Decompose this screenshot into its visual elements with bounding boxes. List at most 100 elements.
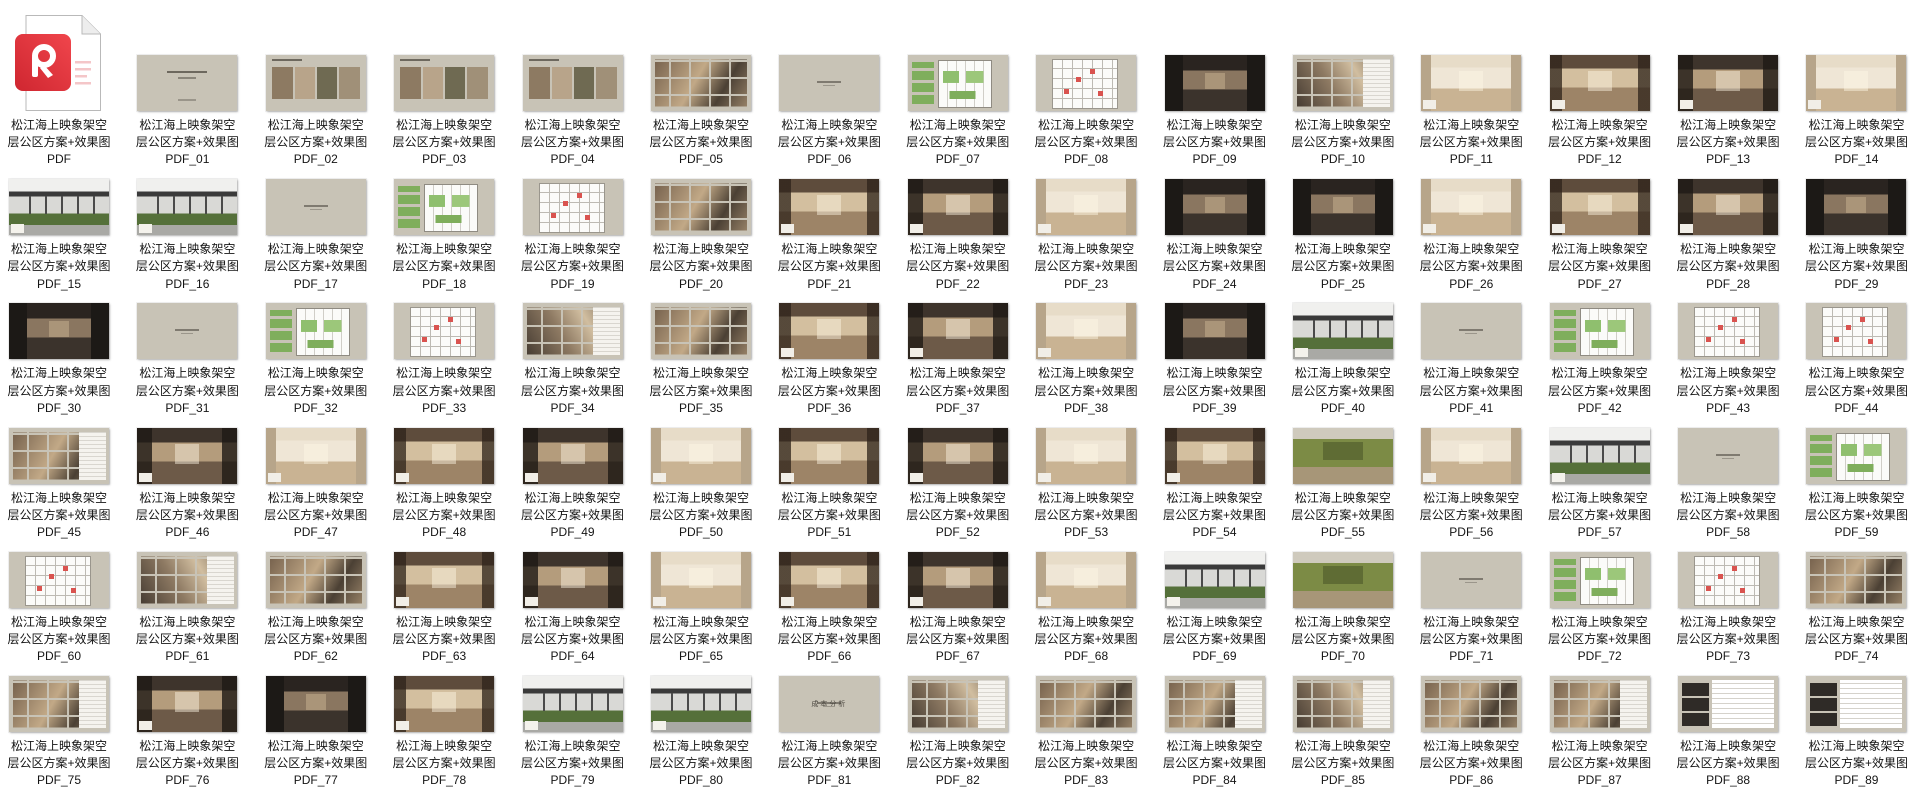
file-item[interactable]: 松江海上映象架空 层公区方案+效果图 PDF_30 bbox=[0, 302, 118, 416]
file-item[interactable]: 松江海上映象架空 层公区方案+效果图 PDF_50 bbox=[642, 427, 760, 541]
file-item[interactable]: 松江海上映象架空 层公区方案+效果图 PDF_28 bbox=[1669, 178, 1787, 292]
file-item[interactable]: 松江海上映象架空 层公区方案+效果图 PDF_06 bbox=[770, 54, 888, 168]
file-name-label: 松江海上映象架空 层公区方案+效果图 PDF_85 bbox=[1284, 738, 1402, 790]
file-item[interactable]: 松江海上映象架空 层公区方案+效果图 PDF_47 bbox=[257, 427, 375, 541]
file-item[interactable]: 松江海上映象架空 层公区方案+效果图 PDF_43 bbox=[1669, 302, 1787, 416]
file-item[interactable]: 松江海上映象架空 层公区方案+效果图 PDF_68 bbox=[1027, 551, 1145, 665]
file-item[interactable]: 松江海上映象架空 层公区方案+效果图 PDF_49 bbox=[514, 427, 632, 541]
file-item[interactable]: 松江海上映象架空 层公区方案+效果图 PDF_35 bbox=[642, 302, 760, 416]
file-item[interactable]: 松江海上映象架空 层公区方案+效果图 PDF_04 bbox=[514, 54, 632, 168]
file-item[interactable]: 松江海上映象架空 层公区方案+效果图 PDF_72 bbox=[1541, 551, 1659, 665]
file-item[interactable]: 松江海上映象架空 层公区方案+效果图 PDF_01 bbox=[128, 54, 246, 168]
file-item[interactable]: 松江海上映象架空 层公区方案+效果图 PDF_34 bbox=[514, 302, 632, 416]
file-item[interactable]: 松江海上映象架空 层公区方案+效果图 PDF_60 bbox=[0, 551, 118, 665]
file-item[interactable]: 松江海上映象架空 层公区方案+效果图 PDF_84 bbox=[1156, 675, 1274, 789]
file-item[interactable]: 松江海上映象架空 层公区方案+效果图 PDF_59 bbox=[1797, 427, 1915, 541]
file-item[interactable]: 松江海上映象架空 层公区方案+效果图 PDF_07 bbox=[899, 54, 1017, 168]
file-icon-area bbox=[770, 551, 888, 608]
file-item[interactable]: 松江海上映象架空 层公区方案+效果图 PDF_61 bbox=[128, 551, 246, 665]
file-item[interactable]: 松江海上映象架空 层公区方案+效果图 PDF_74 bbox=[1797, 551, 1915, 665]
file-item[interactable]: 松江海上映象架空 层公区方案+效果图 PDF_65 bbox=[642, 551, 760, 665]
file-item[interactable]: 松江海上映象架空 层公区方案+效果图 PDF_55 bbox=[1284, 427, 1402, 541]
file-item[interactable]: 松江海上映象架空 层公区方案+效果图 PDF_62 bbox=[257, 551, 375, 665]
file-item[interactable]: 松江海上映象架空 层公区方案+效果图 PDF_24 bbox=[1156, 178, 1274, 292]
file-name-line: 层公区方案+效果图 bbox=[777, 259, 881, 274]
file-item[interactable]: 松江海上映象架空 层公区方案+效果图 PDF_22 bbox=[899, 178, 1017, 292]
file-item[interactable]: 松江海上映象架空 层公区方案+效果图 PDF_77 bbox=[257, 675, 375, 789]
pdf-page-thumbnail bbox=[650, 427, 751, 484]
file-item[interactable]: 松江海上映象架空 层公区方案+效果图 PDF_36 bbox=[770, 302, 888, 416]
file-item[interactable]: 松江海上映象架空 层公区方案+效果图 PDF_51 bbox=[770, 427, 888, 541]
file-item[interactable]: 松江海上映象架空 层公区方案+效果图 PDF_64 bbox=[514, 551, 632, 665]
file-item[interactable]: 松江海上映象架空 层公区方案+效果图 PDF_75 bbox=[0, 675, 118, 789]
file-item[interactable]: 松江海上映象架空 层公区方案+效果图 PDF_33 bbox=[385, 302, 503, 416]
file-item[interactable]: 松江海上映象架空 层公区方案+效果图 PDF_78 bbox=[385, 675, 503, 789]
file-item[interactable]: 松江海上映象架空 层公区方案+效果图 PDF_27 bbox=[1541, 178, 1659, 292]
file-item[interactable]: 松江海上映象架空 层公区方案+效果图 PDF_42 bbox=[1541, 302, 1659, 416]
file-item[interactable]: 松江海上映象架空 层公区方案+效果图 PDF_54 bbox=[1156, 427, 1274, 541]
file-item[interactable]: 松江海上映象架空 层公区方案+效果图 PDF_14 bbox=[1797, 54, 1915, 168]
file-item[interactable]: 松江海上映象架空 层公区方案+效果图 PDF_29 bbox=[1797, 178, 1915, 292]
file-item[interactable]: 松江海上映象架空 层公区方案+效果图 PDF_12 bbox=[1541, 54, 1659, 168]
file-item[interactable]: 松江海上映象架空 层公区方案+效果图 PDF_32 bbox=[257, 302, 375, 416]
file-item[interactable]: 松江海上映象架空 层公区方案+效果图 PDF_89 bbox=[1797, 675, 1915, 789]
file-item[interactable]: 松江海上映象架空 层公区方案+效果图 PDF_26 bbox=[1412, 178, 1530, 292]
file-name-label: 松江海上映象架空 层公区方案+效果图 PDF_07 bbox=[899, 117, 1017, 169]
file-item[interactable]: 松江海上映象架空 层公区方案+效果图 PDF_48 bbox=[385, 427, 503, 541]
file-item[interactable]: 松江海上映象架空 层公区方案+效果图 PDF_53 bbox=[1027, 427, 1145, 541]
file-item[interactable]: 松江海上映象架空 层公区方案+效果图 PDF_66 bbox=[770, 551, 888, 665]
file-item[interactable]: 松江海上映象架空 层公区方案+效果图 PDF_05 bbox=[642, 54, 760, 168]
file-item[interactable]: 松江海上映象架空 层公区方案+效果图 PDF_80 bbox=[642, 675, 760, 789]
file-item[interactable]: 松江海上映象架空 层公区方案+效果图 PDF_38 bbox=[1027, 302, 1145, 416]
file-item[interactable]: 松江海上映象架空 层公区方案+效果图 PDF_69 bbox=[1156, 551, 1274, 665]
file-item[interactable]: 成本分析 松江海上映象架空 层公区方案+效果图 PDF_81 bbox=[770, 675, 888, 789]
file-item[interactable]: 松江海上映象架空 层公区方案+效果图 PDF_70 bbox=[1284, 551, 1402, 665]
file-item[interactable]: 松江海上映象架空 层公区方案+效果图 PDF_08 bbox=[1027, 54, 1145, 168]
file-icon-area bbox=[128, 302, 246, 360]
file-item[interactable]: 松江海上映象架空 层公区方案+效果图 PDF_20 bbox=[642, 178, 760, 292]
file-item[interactable]: 松江海上映象架空 层公区方案+效果图 PDF_23 bbox=[1027, 178, 1145, 292]
file-item[interactable]: 松江海上映象架空 层公区方案+效果图 PDF_16 bbox=[128, 178, 246, 292]
file-name-line: PDF_47 bbox=[293, 524, 338, 539]
file-item[interactable]: 松江海上映象架空 层公区方案+效果图 PDF_41 bbox=[1412, 302, 1530, 416]
file-item[interactable]: 松江海上映象架空 层公区方案+效果图 PDF_67 bbox=[899, 551, 1017, 665]
file-item[interactable]: 松江海上映象架空 层公区方案+效果图 PDF_03 bbox=[385, 54, 503, 168]
file-item[interactable]: 松江海上映象架空 层公区方案+效果图 PDF_82 bbox=[899, 675, 1017, 789]
file-item[interactable]: 松江海上映象架空 层公区方案+效果图 PDF_88 bbox=[1669, 675, 1787, 789]
file-item[interactable]: 松江海上映象架空 层公区方案+效果图 PDF_19 bbox=[514, 178, 632, 292]
file-item[interactable]: 松江海上映象架空 层公区方案+效果图 PDF_10 bbox=[1284, 54, 1402, 168]
file-item[interactable]: 松江海上映象架空 层公区方案+效果图 PDF_15 bbox=[0, 178, 118, 292]
file-item[interactable]: 松江海上映象架空 层公区方案+效果图 PDF_31 bbox=[128, 302, 246, 416]
file-item[interactable]: 松江海上映象架空 层公区方案+效果图 PDF_46 bbox=[128, 427, 246, 541]
file-item[interactable]: 松江海上映象架空 层公区方案+效果图 PDF bbox=[0, 15, 118, 168]
file-item[interactable]: 松江海上映象架空 层公区方案+效果图 PDF_73 bbox=[1669, 551, 1787, 665]
file-item[interactable]: 松江海上映象架空 层公区方案+效果图 PDF_39 bbox=[1156, 302, 1274, 416]
file-item[interactable]: 松江海上映象架空 层公区方案+效果图 PDF_18 bbox=[385, 178, 503, 292]
file-item[interactable]: 松江海上映象架空 层公区方案+效果图 PDF_52 bbox=[899, 427, 1017, 541]
file-item[interactable]: 松江海上映象架空 层公区方案+效果图 PDF_58 bbox=[1669, 427, 1787, 541]
file-item[interactable]: 松江海上映象架空 层公区方案+效果图 PDF_21 bbox=[770, 178, 888, 292]
file-item[interactable]: 松江海上映象架空 层公区方案+效果图 PDF_57 bbox=[1541, 427, 1659, 541]
file-item[interactable]: 松江海上映象架空 层公区方案+效果图 PDF_11 bbox=[1412, 54, 1530, 168]
file-item[interactable]: 松江海上映象架空 层公区方案+效果图 PDF_79 bbox=[514, 675, 632, 789]
file-item[interactable]: 松江海上映象架空 层公区方案+效果图 PDF_63 bbox=[385, 551, 503, 665]
pdf-page-thumbnail bbox=[1806, 179, 1907, 236]
file-item[interactable]: 松江海上映象架空 层公区方案+效果图 PDF_76 bbox=[128, 675, 246, 789]
file-item[interactable]: 松江海上映象架空 层公区方案+效果图 PDF_45 bbox=[0, 427, 118, 541]
file-item[interactable]: 松江海上映象架空 层公区方案+效果图 PDF_44 bbox=[1797, 302, 1915, 416]
file-item[interactable]: 松江海上映象架空 层公区方案+效果图 PDF_37 bbox=[899, 302, 1017, 416]
file-item[interactable]: 松江海上映象架空 层公区方案+效果图 PDF_83 bbox=[1027, 675, 1145, 789]
file-item[interactable]: 松江海上映象架空 层公区方案+效果图 PDF_71 bbox=[1412, 551, 1530, 665]
file-item[interactable]: 松江海上映象架空 层公区方案+效果图 PDF_40 bbox=[1284, 302, 1402, 416]
file-item[interactable]: 松江海上映象架空 层公区方案+效果图 PDF_87 bbox=[1541, 675, 1659, 789]
file-item[interactable]: 松江海上映象架空 层公区方案+效果图 PDF_09 bbox=[1156, 54, 1274, 168]
file-name-line: 松江海上映象架空 bbox=[781, 242, 878, 257]
file-item[interactable]: 松江海上映象架空 层公区方案+效果图 PDF_25 bbox=[1284, 178, 1402, 292]
file-item[interactable]: 松江海上映象架空 层公区方案+效果图 PDF_13 bbox=[1669, 54, 1787, 168]
file-item[interactable]: 松江海上映象架空 层公区方案+效果图 PDF_86 bbox=[1412, 675, 1530, 789]
file-item[interactable]: 松江海上映象架空 层公区方案+效果图 PDF_85 bbox=[1284, 675, 1402, 789]
file-item[interactable]: 松江海上映象架空 层公区方案+效果图 PDF_56 bbox=[1412, 427, 1530, 541]
file-item[interactable]: 松江海上映象架空 层公区方案+效果图 PDF_02 bbox=[257, 54, 375, 168]
file-item[interactable]: 松江海上映象架空 层公区方案+效果图 PDF_17 bbox=[257, 178, 375, 292]
file-icon-area bbox=[385, 54, 503, 111]
